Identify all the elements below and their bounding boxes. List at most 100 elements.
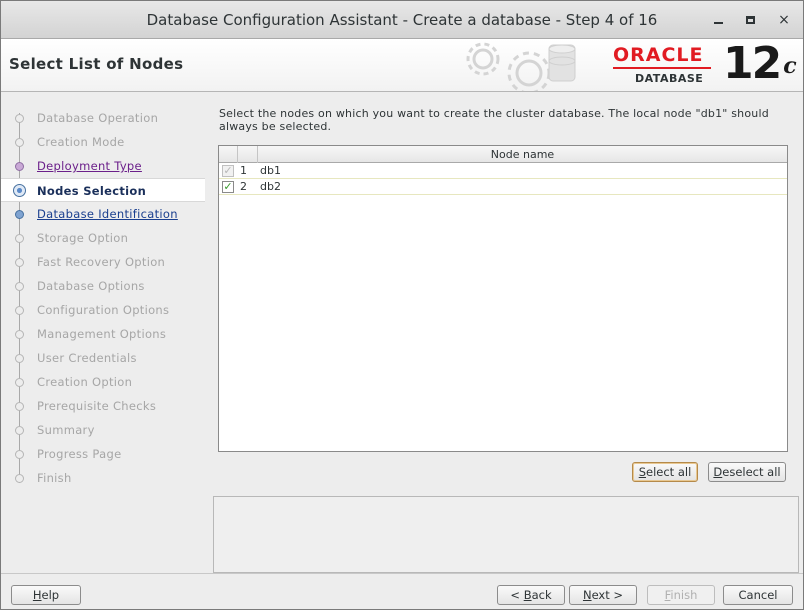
step-database-identification[interactable]: Database Identification xyxy=(1,202,205,226)
step-label: Creation Option xyxy=(37,375,133,389)
step-label: Summary xyxy=(37,423,95,437)
page-title: Select List of Nodes xyxy=(9,55,184,73)
step-creation-option: Creation Option xyxy=(1,370,205,394)
select-all-button[interactable]: Select all xyxy=(632,462,698,482)
deselect-all-button[interactable]: Deselect all xyxy=(708,462,786,482)
message-pane xyxy=(213,496,799,573)
window-title: Database Configuration Assistant - Creat… xyxy=(146,11,658,29)
step-dot-icon xyxy=(15,402,24,411)
row-number: 1 xyxy=(240,164,247,177)
select-column-header[interactable] xyxy=(219,146,238,163)
step-label[interactable]: Database Identification xyxy=(37,207,178,221)
step-label: Fast Recovery Option xyxy=(37,255,166,269)
step-user-credentials: User Credentials xyxy=(1,346,205,370)
step-deployment-type[interactable]: Deployment Type xyxy=(1,154,205,178)
step-fast-recovery-option: Fast Recovery Option xyxy=(1,250,205,274)
step-label: Configuration Options xyxy=(37,303,170,317)
footer-bar: Help < Back Next > Finish Cancel xyxy=(1,573,803,609)
button-label: eselect all xyxy=(722,465,781,479)
step-storage-option: Storage Option xyxy=(1,226,205,250)
step-label: Database Options xyxy=(37,279,145,293)
page-header: Select List of Nodes ORACLE DATABASE 12 c xyxy=(1,39,803,92)
step-dot-icon xyxy=(15,258,24,267)
mnemonic: N xyxy=(582,588,592,602)
nodes-table[interactable]: Node name ✓ 1 db1 ✓ 2 db2 xyxy=(218,145,788,452)
step-management-options: Management Options xyxy=(1,322,205,346)
step-dot-icon xyxy=(15,114,24,123)
version-number: 12 xyxy=(723,38,782,89)
step-creation-mode: Creation Mode xyxy=(1,130,205,154)
title-bar[interactable]: Database Configuration Assistant - Creat… xyxy=(1,1,803,39)
version-suffix: c xyxy=(783,53,796,79)
button-label: inish xyxy=(670,588,698,602)
step-label: User Credentials xyxy=(37,351,137,365)
close-icon: × xyxy=(778,12,790,28)
step-dot-icon xyxy=(15,474,24,483)
oracle-logo: ORACLE DATABASE xyxy=(613,45,718,85)
node-checkbox-db1: ✓ xyxy=(222,164,234,177)
step-database-options: Database Options xyxy=(1,274,205,298)
step-progress-page: Progress Page xyxy=(1,442,205,466)
steps-navigation: Database Operation Creation Mode Deploym… xyxy=(1,93,205,573)
minimize-button[interactable] xyxy=(707,10,729,30)
table-row[interactable]: ✓ 2 db2 xyxy=(219,179,787,195)
step-dot-icon xyxy=(15,282,24,291)
mnemonic: D xyxy=(713,465,723,479)
step-prerequisite-checks: Prerequisite Checks xyxy=(1,394,205,418)
oracle-database-label: DATABASE xyxy=(635,72,704,85)
button-label: elp xyxy=(41,588,60,602)
dbca-window: Database Configuration Assistant - Creat… xyxy=(0,0,804,610)
table-row[interactable]: ✓ 1 db1 xyxy=(219,163,787,179)
table-header: Node name xyxy=(219,146,787,163)
mnemonic: H xyxy=(32,588,42,602)
button-label: elect all xyxy=(646,465,692,479)
step-dot-icon xyxy=(15,234,24,243)
node-name-column-header[interactable]: Node name xyxy=(258,148,787,161)
step-label: Finish xyxy=(37,471,72,485)
step-dot-icon xyxy=(15,162,24,171)
step-nodes-selection: Nodes Selection xyxy=(1,178,205,202)
button-label: ext > xyxy=(591,588,624,602)
step-configuration-options: Configuration Options xyxy=(1,298,205,322)
step-dot-icon xyxy=(15,330,24,339)
back-button[interactable]: < Back xyxy=(497,585,565,605)
node-name: db2 xyxy=(260,180,281,193)
step-finish: Finish xyxy=(1,466,205,490)
cancel-button[interactable]: Cancel xyxy=(723,585,793,605)
number-column-header xyxy=(238,146,258,163)
current-step-icon xyxy=(13,184,26,197)
step-dot-icon xyxy=(15,426,24,435)
node-checkbox-db2[interactable]: ✓ xyxy=(222,181,234,193)
step-label[interactable]: Deployment Type xyxy=(37,159,142,173)
step-label: Prerequisite Checks xyxy=(37,399,157,413)
mnemonic: S xyxy=(638,465,647,479)
mnemonic: B xyxy=(523,588,532,602)
help-button[interactable]: Help xyxy=(11,585,81,605)
minimize-icon xyxy=(713,22,723,24)
next-button[interactable]: Next > xyxy=(569,585,637,605)
oracle-underline xyxy=(613,67,711,69)
instructions-text: Select the nodes on which you want to cr… xyxy=(219,107,769,133)
step-summary: Summary xyxy=(1,418,205,442)
maximize-icon xyxy=(745,16,755,24)
finish-button: Finish xyxy=(647,585,715,605)
step-label: Progress Page xyxy=(37,447,122,461)
step-dot-icon xyxy=(15,378,24,387)
oracle-wordmark: ORACLE xyxy=(613,44,704,66)
step-label: Management Options xyxy=(37,327,167,341)
button-label: ack xyxy=(531,588,552,602)
step-label: Creation Mode xyxy=(37,135,125,149)
button-prefix: < xyxy=(510,588,524,602)
row-number: 2 xyxy=(240,180,247,193)
gears-graphic-icon xyxy=(466,42,576,91)
step-label: Storage Option xyxy=(37,231,129,245)
maximize-button[interactable] xyxy=(739,10,761,30)
close-button[interactable]: × xyxy=(773,10,795,30)
step-label: Nodes Selection xyxy=(37,184,147,198)
step-label: Database Operation xyxy=(37,111,159,125)
version-badge: 12 c xyxy=(723,38,797,89)
node-name: db1 xyxy=(260,164,281,177)
step-dot-icon xyxy=(15,450,24,459)
main-content: Select the nodes on which you want to cr… xyxy=(205,93,803,573)
step-database-operation: Database Operation xyxy=(1,106,205,130)
